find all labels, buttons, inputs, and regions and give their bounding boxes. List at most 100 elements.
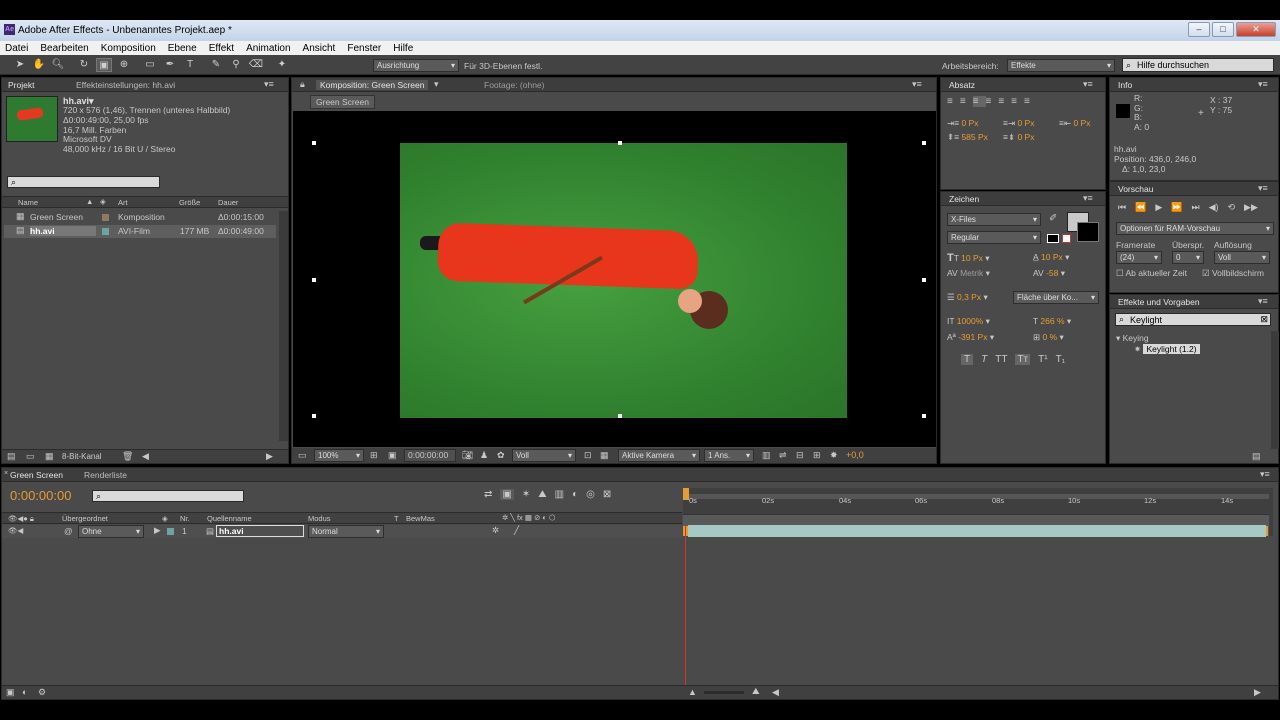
horizontal-scale-field[interactable]: T 266 % ▾ xyxy=(1033,316,1071,327)
grid-icon[interactable]: ▣ xyxy=(388,450,397,461)
font-family-dropdown[interactable]: X-Files xyxy=(947,213,1041,226)
close-button[interactable]: ✕ xyxy=(1236,22,1276,37)
hand-tool-icon[interactable]: ✋ xyxy=(31,58,47,72)
menu-ebene[interactable]: Ebene xyxy=(168,43,197,54)
menu-hilfe[interactable]: Hilfe xyxy=(393,43,413,54)
pan-behind-tool-icon[interactable]: ⊕ xyxy=(116,58,132,72)
always-preview-icon[interactable]: ▭ xyxy=(298,450,307,461)
menu-animation[interactable]: Animation xyxy=(246,43,290,54)
framerate-dropdown[interactable]: (24) xyxy=(1116,251,1162,264)
mute-audio-icon[interactable]: ◀) xyxy=(1209,202,1219,213)
col-source-name[interactable]: Quellenname xyxy=(207,514,252,523)
toggle-pixel-aspect-icon[interactable]: ▥ xyxy=(762,450,771,461)
vertical-scale-field[interactable]: IT 1000% ▾ xyxy=(947,316,990,327)
timeline-scroll-right-icon[interactable]: ▶ xyxy=(1254,687,1261,698)
expand-layer-icon[interactable]: ▶ xyxy=(154,525,161,536)
tsume-field[interactable]: ⊞ 0 % ▾ xyxy=(1033,332,1064,343)
effects-search-input[interactable]: ⌕ Keylight ⊠ xyxy=(1115,313,1271,326)
small-caps-button[interactable]: Tт xyxy=(1015,354,1031,365)
clone-stamp-tool-icon[interactable]: ⚲ xyxy=(228,58,244,72)
tracking-field[interactable]: AV -58 ▾ xyxy=(1033,268,1065,279)
last-frame-icon[interactable]: ⏭ xyxy=(1191,202,1199,213)
minimize-button[interactable]: – xyxy=(1188,22,1210,37)
view-layout-dropdown[interactable]: 1 Ans. xyxy=(704,449,754,462)
project-item-hh-avi[interactable]: ▤ hh.avi AVI-Film 177 MB Δ0:00:49:00 xyxy=(4,225,276,238)
preview-resolution-dropdown[interactable]: Voll xyxy=(1214,251,1270,264)
scroll-right-icon[interactable]: ▶ xyxy=(266,451,273,462)
bitdepth-label[interactable]: 8-Bit-Kanal xyxy=(62,452,102,461)
layer-source-name[interactable]: hh.avi xyxy=(216,525,304,537)
comp-breadcrumb[interactable]: Green Screen xyxy=(310,95,375,109)
tab-character[interactable]: Zeichen xyxy=(949,194,979,204)
menu-datei[interactable]: Datei xyxy=(5,43,28,54)
font-style-dropdown[interactable]: Regular xyxy=(947,231,1041,244)
zoom-tool-icon[interactable]: 🔍︎ xyxy=(50,58,66,72)
new-preset-icon[interactable]: ▤ xyxy=(1252,451,1261,462)
text-tool-icon[interactable]: T xyxy=(182,58,198,72)
leading-field[interactable]: A̲ 10 Px ▾ xyxy=(1033,252,1069,263)
previous-frame-icon[interactable]: ⏪ xyxy=(1135,202,1146,213)
col-track-matte[interactable]: BewMas xyxy=(406,514,435,523)
tab-composition[interactable]: Komposition: Green Screen xyxy=(316,80,429,90)
transparency-grid-icon[interactable]: ▦ xyxy=(600,450,609,461)
region-of-interest-icon[interactable]: ⊡ xyxy=(584,450,592,461)
current-time-display[interactable]: 0:00:00:00 xyxy=(404,449,456,462)
quality-switch-icon[interactable]: ╱ xyxy=(514,525,519,536)
comp-mini-flowchart-icon[interactable]: ⇄ xyxy=(484,489,492,500)
zoom-in-icon[interactable]: ⛰ xyxy=(752,686,760,697)
tab-effect-controls[interactable]: Effekteinstellungen: hh.avi xyxy=(76,80,175,90)
resolution-dropdown[interactable]: Voll xyxy=(512,449,576,462)
hide-shy-layers-icon[interactable]: ⛰ xyxy=(538,489,546,500)
scroll-left-icon[interactable]: ◀ xyxy=(142,451,149,462)
layer-label-chip[interactable] xyxy=(167,528,174,535)
fast-preview-icon[interactable]: ⇌ xyxy=(779,450,787,461)
col-type[interactable]: Art xyxy=(118,198,128,207)
timeline-zoom-slider[interactable] xyxy=(704,691,744,694)
toggle-switches-icon[interactable]: ▣ xyxy=(6,687,15,698)
help-search-input[interactable]: ⌕ Hilfe durchsuchen xyxy=(1122,58,1274,72)
workspace-dropdown[interactable]: Effekte xyxy=(1007,59,1115,72)
panel-menu-icon[interactable]: ▾≡ xyxy=(1083,193,1093,204)
font-size-field[interactable]: TT 10 Px ▾ xyxy=(947,252,990,264)
baseline-shift-field[interactable]: Aª -391 Px ▾ xyxy=(947,332,994,343)
project-search-input[interactable]: ⌕ xyxy=(7,176,160,188)
faux-bold-button[interactable]: T xyxy=(961,354,974,365)
puppet-tool-icon[interactable]: ✦ xyxy=(274,58,290,72)
close-tab-icon[interactable]: × xyxy=(4,470,8,477)
visibility-icon[interactable]: 👁︎◀ xyxy=(8,526,23,535)
stroke-color-swatch[interactable] xyxy=(1077,222,1099,242)
selection-tool-icon[interactable]: ➤ xyxy=(12,58,28,72)
from-current-checkbox[interactable]: ☐ Ab aktueller Zeit xyxy=(1116,268,1187,279)
graph-editor-icon[interactable]: ⊠ xyxy=(603,489,611,500)
brush-tool-icon[interactable]: ✎ xyxy=(208,58,224,72)
tab-effects-presets[interactable]: Effekte und Vorgaben xyxy=(1118,297,1200,307)
comp-dropdown-icon[interactable]: ▾ xyxy=(434,79,439,90)
project-item-green-screen[interactable]: ▦ Green Screen Komposition Δ0:00:15:00 xyxy=(4,211,276,224)
indent-first[interactable]: ≡⇥ 0 Px xyxy=(1003,118,1034,129)
safe-zones-icon[interactable]: ⊞ xyxy=(370,450,378,461)
menu-bearbeiten[interactable]: Bearbeiten xyxy=(40,43,88,54)
draft-3d-icon[interactable]: ✶ xyxy=(522,489,530,500)
menu-komposition[interactable]: Komposition xyxy=(101,43,156,54)
tab-timeline-green-screen[interactable]: Green Screen xyxy=(10,470,63,480)
panel-menu-icon[interactable]: ▾≡ xyxy=(912,79,922,90)
timeline-search-input[interactable]: ⌕ xyxy=(92,490,244,502)
exposure-value[interactable]: +0,0 xyxy=(846,450,864,460)
current-time-indicator-head[interactable] xyxy=(683,488,689,500)
faux-italic-button[interactable]: T xyxy=(981,354,987,365)
show-snapshot-icon[interactable]: ♟ xyxy=(480,450,488,461)
col-parent[interactable]: Übergeordnet xyxy=(62,514,108,523)
space-before[interactable]: ⇞≡ 585 Px xyxy=(947,132,988,143)
snapshot-icon[interactable]: 📷︎ xyxy=(462,450,473,461)
toggle-transfer-icon[interactable]: ◐ xyxy=(22,687,27,697)
keylight-effect-item[interactable]: ✷ Keylight (1.2) xyxy=(1134,344,1200,355)
tab-project[interactable]: Projekt xyxy=(8,80,34,90)
col-track-matte-t[interactable]: T xyxy=(394,514,399,523)
timeline-scroll-left-icon[interactable]: ◀ xyxy=(772,687,779,698)
kerning-field[interactable]: AV Metrik ▾ xyxy=(947,268,990,279)
timeline-icon[interactable]: ⊟ xyxy=(796,450,804,461)
live-update-icon[interactable]: ▣ xyxy=(500,489,514,500)
color-channel-icon[interactable]: ✿ xyxy=(497,450,505,461)
motion-blur-icon[interactable]: ◐ xyxy=(572,489,578,500)
parent-pickwhip-icon[interactable]: @ xyxy=(64,526,73,536)
